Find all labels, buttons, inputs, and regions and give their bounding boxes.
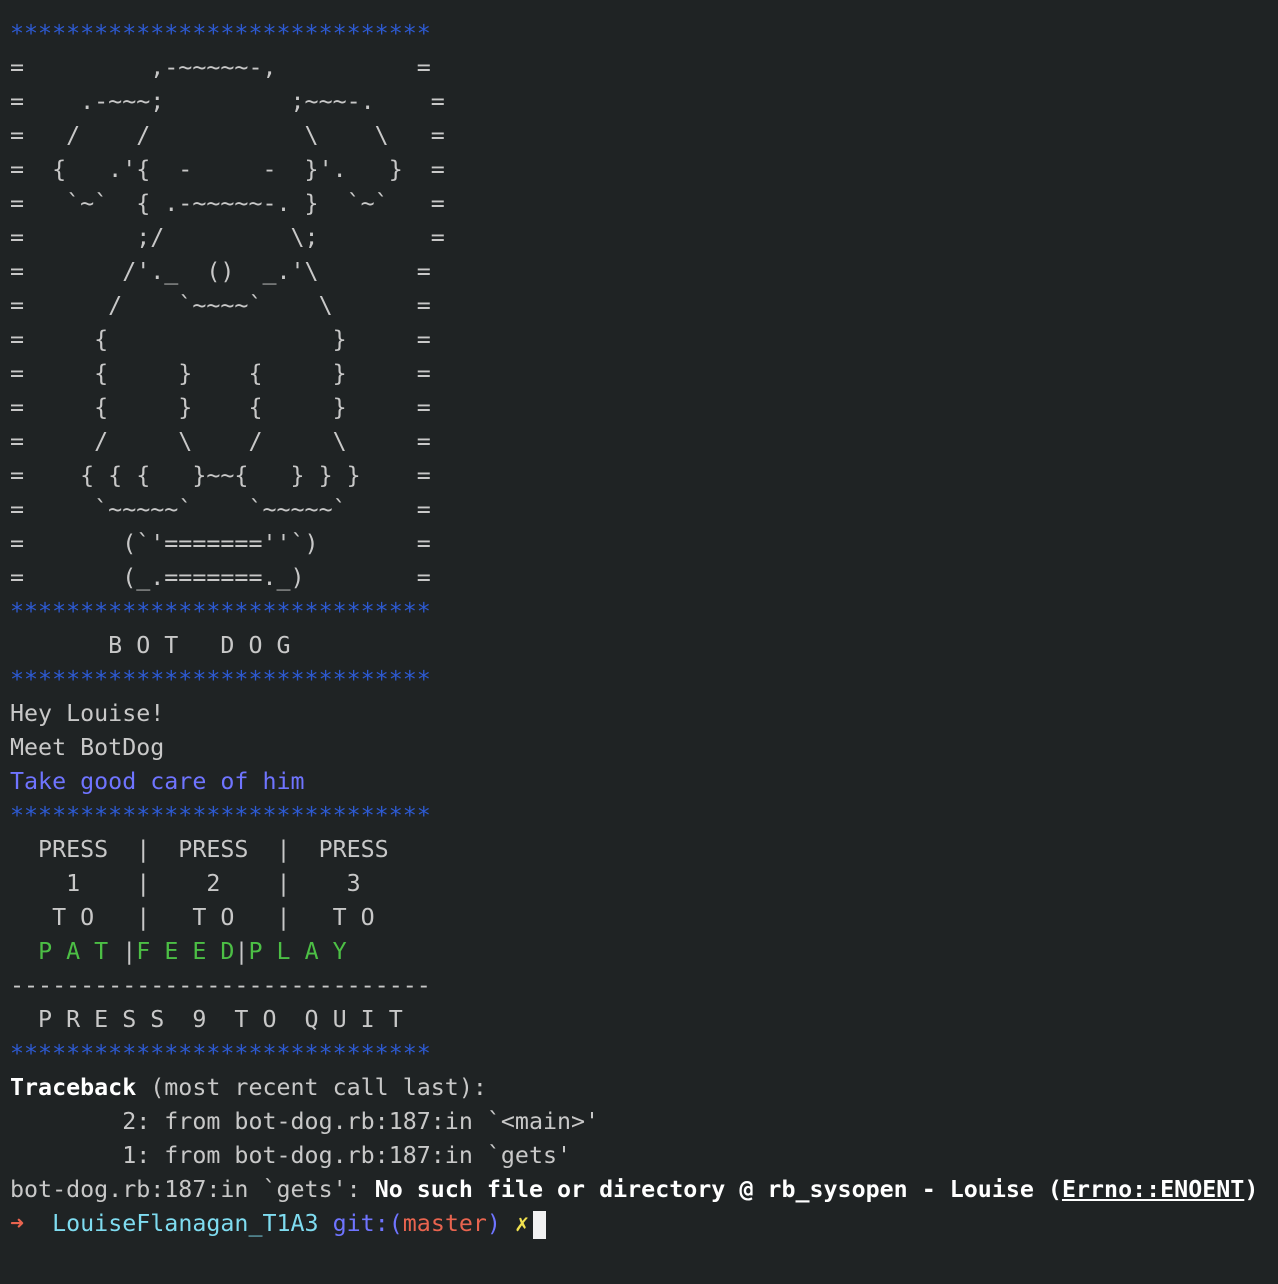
traceback-header: Traceback (most recent call last): (10, 1071, 1278, 1105)
menu-press-row: PRESS | PRESS | PRESS (10, 836, 389, 863)
error-class: Errno::ENOENT (1061, 1176, 1245, 1203)
traceback-note: (most recent call last): (136, 1074, 487, 1101)
prompt-arrow-icon: ➜ (10, 1210, 25, 1237)
ascii-art-line: = / `~~~~` \ = (10, 292, 431, 319)
traceback-label: Traceback (10, 1074, 137, 1101)
menu-number-row: 1 | 2 | 3 (10, 870, 361, 897)
ascii-art-line: = .-~~~; ;~~~-. = (10, 88, 445, 115)
greeting-text: Hey Louise! (10, 700, 165, 727)
ascii-art-line: = `~` { .-~~~~~-. } `~` = (10, 190, 445, 217)
ascii-art-line: = / \ / \ = (10, 428, 431, 455)
error-message: No such file or directory @ rb_sysopen -… (374, 1176, 1062, 1203)
ascii-art-line: = { { { }~~{ } } } = (10, 462, 431, 489)
ascii-art-line: = `~~~~~` `~~~~~` = (10, 496, 431, 523)
shell-prompt[interactable]: ➜ LouiseFlanagan_T1A3 git:(master) ✗ (10, 1207, 1278, 1241)
quit-instruction: P R E S S 9 T O Q U I T (10, 1006, 403, 1033)
care-text: Take good care of him (10, 768, 305, 795)
meet-text: Meet BotDog (10, 734, 165, 761)
stars-divider-art: ****************************** (10, 598, 431, 625)
ascii-art-line: = { .'{ - - }'. } = (10, 156, 445, 183)
traceback-frame-1: 1: from bot-dog.rb:187:in `gets' (10, 1142, 572, 1169)
ascii-art-line: = /'._ () _.'\ = (10, 258, 431, 285)
menu-option-row: P A T |F E E D|P L A Y (38, 938, 347, 965)
ascii-art-line: = { } = (10, 326, 431, 353)
ascii-art-line: = { } { } = (10, 360, 431, 387)
option-pat: P A T (38, 938, 109, 965)
prompt-git-close: ) (486, 1210, 501, 1237)
text-cursor[interactable] (533, 1210, 547, 1239)
ascii-art-line: = ;/ \; = (10, 224, 445, 251)
terminal-window[interactable]: ****************************** = ,-~~~~~… (0, 0, 1278, 1284)
option-play: P L A Y (248, 938, 347, 965)
prompt-branch: master (402, 1210, 487, 1237)
menu-to-row: T O | T O | T O (10, 904, 375, 931)
option-feed: F E E D (136, 938, 235, 965)
prompt-git-label: git:( (332, 1210, 403, 1237)
menu-divider: ------------------------------ (10, 972, 431, 999)
ascii-art-line: = (`'=======''`) = (10, 530, 431, 557)
stars-divider-menu: ****************************** (10, 802, 431, 829)
error-close: ) (1244, 1176, 1259, 1203)
ascii-art-line: = / / \ \ = (10, 122, 445, 149)
dog-ascii-art: = ,-~~~~~-, = = .-~~~; ;~~~-. = = / / \ \ … (10, 51, 1278, 595)
traceback-frame-2: 2: from bot-dog.rb:187:in `<main>' (10, 1108, 600, 1135)
ascii-art-line: = { } { } = (10, 394, 431, 421)
app-title: B O T D O G (10, 632, 291, 659)
dirty-mark-icon: ✗ (514, 1210, 530, 1237)
stars-divider-top: ****************************** (10, 20, 431, 47)
ascii-art-line: = ,-~~~~~-, = (10, 54, 431, 81)
stars-divider-bottom: ****************************** (10, 1040, 431, 1067)
error-location: bot-dog.rb:187:in `gets': (10, 1176, 375, 1203)
ascii-art-line: = (_.=======._) = (10, 564, 431, 591)
error-line: bot-dog.rb:187:in `gets': No such file o… (10, 1173, 1278, 1207)
prompt-directory: LouiseFlanagan_T1A3 (52, 1210, 319, 1237)
stars-divider-title: ****************************** (10, 666, 431, 693)
